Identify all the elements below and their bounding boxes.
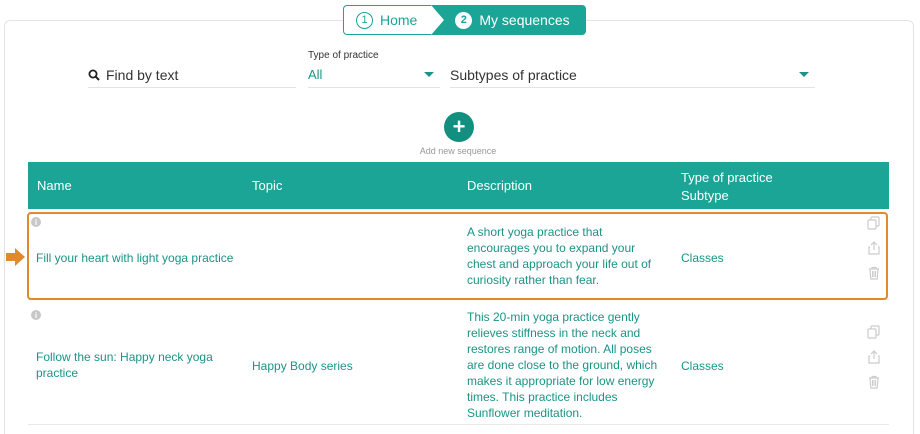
row-description: A short yoga practice that encourages yo… (467, 225, 652, 287)
subtype-value: Subtypes of practice (450, 66, 577, 83)
trash-icon[interactable] (867, 375, 881, 389)
copy-icon[interactable] (867, 216, 881, 230)
info-icon[interactable]: i (31, 217, 41, 227)
row-description: This 20-min yoga practice gently relieve… (467, 310, 658, 420)
type-of-practice-value: All (308, 67, 323, 82)
column-description[interactable]: Description (467, 162, 532, 209)
share-icon[interactable] (867, 241, 881, 255)
breadcrumb-home-label: Home (380, 12, 418, 28)
add-sequence-button[interactable]: + (444, 112, 474, 142)
table-header: Name Topic Description Type of practice … (28, 162, 889, 209)
column-name[interactable]: Name (37, 162, 72, 209)
table-row[interactable]: i Fill your heart with light yoga practi… (28, 212, 889, 300)
search-input[interactable]: Find by text (88, 62, 296, 88)
arrow-right-icon (6, 248, 25, 266)
breadcrumb-my-sequences[interactable]: 2 My sequences (431, 5, 586, 35)
breadcrumb-my-sequences-label: My sequences (479, 12, 570, 28)
chevron-right-icon (431, 5, 445, 35)
type-of-practice-label: Type of practice (308, 50, 379, 61)
breadcrumb-home[interactable]: 1 Home (343, 5, 445, 35)
info-icon[interactable]: i (31, 310, 41, 320)
search-icon (88, 69, 100, 81)
add-sequence-label: Add new sequence (419, 146, 497, 156)
table-row[interactable]: i Follow the sun: Happy neck yoga practi… (28, 305, 889, 425)
row-type: Classes (681, 251, 724, 265)
caret-down-icon (799, 72, 809, 77)
step-number: 1 (356, 11, 373, 29)
row-type: Classes (681, 359, 724, 373)
copy-icon[interactable] (867, 325, 881, 339)
caret-down-icon (424, 72, 434, 77)
step-number: 2 (455, 11, 473, 29)
column-type-subtype[interactable]: Type of practice Subtype (681, 169, 773, 205)
row-actions (867, 216, 881, 280)
column-subtype: Subtype (681, 188, 729, 203)
column-topic[interactable]: Topic (252, 162, 282, 209)
subtype-select[interactable]: Subtypes of practice (450, 62, 815, 88)
row-name[interactable]: Fill your heart with light yoga practice (36, 250, 241, 266)
trash-icon[interactable] (867, 266, 881, 280)
row-name[interactable]: Follow the sun: Happy neck yoga practice (36, 349, 216, 381)
plus-icon: + (452, 114, 466, 139)
row-actions (867, 325, 881, 389)
column-type: Type of practice (681, 170, 773, 185)
type-of-practice-select[interactable]: All (308, 62, 440, 88)
row-topic: Happy Body series (252, 359, 353, 373)
search-placeholder: Find by text (106, 66, 179, 83)
share-icon[interactable] (867, 350, 881, 364)
breadcrumb: 1 Home 2 My sequences (343, 5, 586, 35)
